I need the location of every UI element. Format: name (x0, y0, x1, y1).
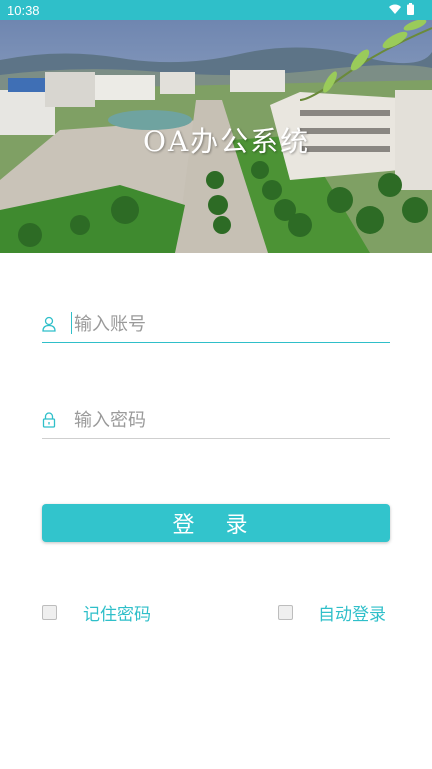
password-input[interactable] (72, 404, 386, 436)
status-bar: 10:38 (0, 0, 432, 20)
account-input[interactable] (72, 308, 386, 340)
auto-login-checkbox[interactable] (278, 605, 293, 620)
lock-icon (42, 412, 56, 428)
remember-password-checkbox[interactable] (42, 605, 57, 620)
app-title: OA办公系统 (143, 125, 311, 158)
login-button[interactable]: 登 录 (42, 504, 390, 542)
user-icon (42, 316, 56, 332)
password-field (42, 402, 390, 439)
header-banner: OA办公系统 (0, 20, 432, 253)
auto-login-label[interactable]: 自动登录 (318, 600, 386, 625)
auto-login-option[interactable]: 自动登录 (278, 600, 386, 625)
account-field (42, 306, 390, 343)
status-time: 10:38 (7, 3, 40, 18)
remember-password-option[interactable]: 记住密码 (42, 600, 151, 625)
status-icons (389, 3, 414, 15)
remember-password-label[interactable]: 记住密码 (83, 600, 151, 625)
wifi-icon (389, 4, 401, 14)
battery-icon (407, 3, 414, 15)
